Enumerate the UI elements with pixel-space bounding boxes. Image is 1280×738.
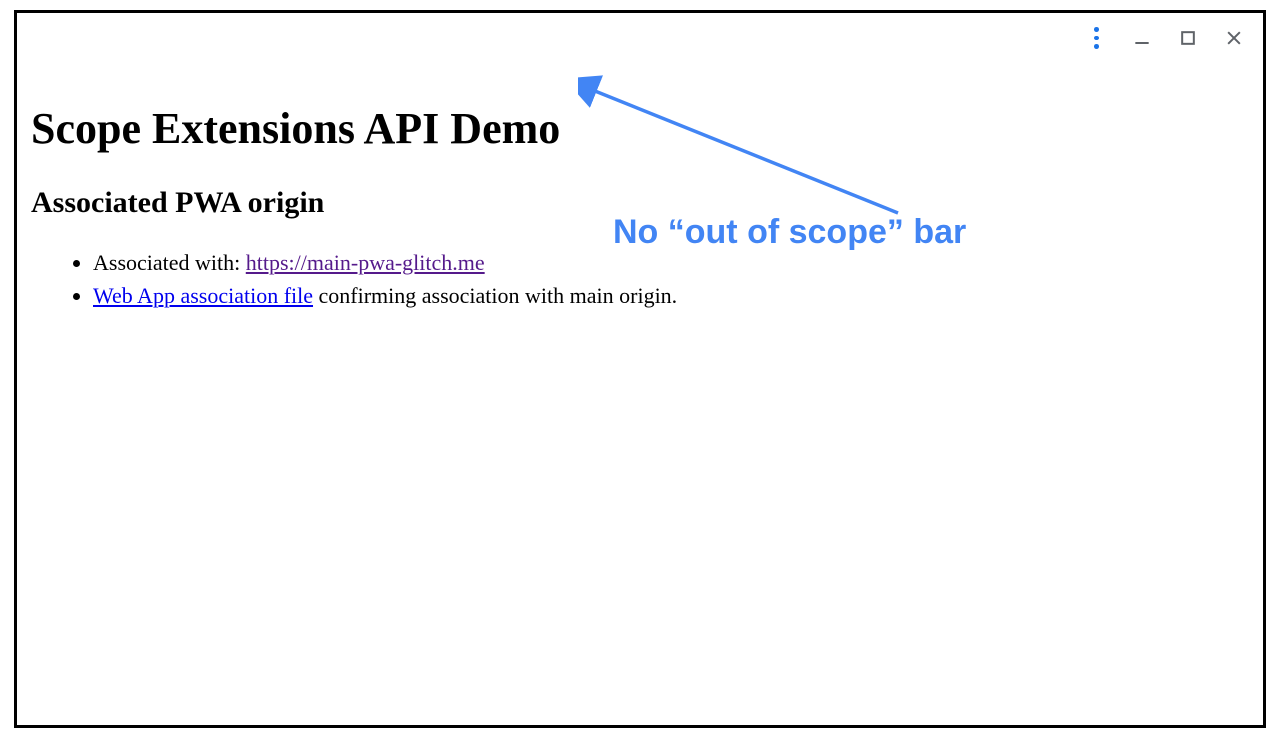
annotation-label: No “out of scope” bar [613, 213, 966, 252]
pwa-window: Scope Extensions API Demo Associated PWA… [14, 10, 1266, 728]
close-button[interactable] [1223, 27, 1245, 49]
web-app-association-file-link[interactable]: Web App association file [93, 283, 313, 308]
maximize-button[interactable] [1177, 27, 1199, 49]
list-item: Web App association file confirming asso… [93, 281, 1249, 312]
menu-vertical-dots-icon[interactable] [1085, 27, 1107, 49]
association-suffix-text: confirming association with main origin. [313, 283, 677, 308]
main-pwa-origin-link[interactable]: https://main-pwa-glitch.me [246, 250, 485, 275]
minimize-button[interactable] [1131, 27, 1153, 49]
window-titlebar [17, 13, 1263, 63]
page-content: Scope Extensions API Demo Associated PWA… [31, 103, 1249, 314]
association-list: Associated with: https://main-pwa-glitch… [31, 248, 1249, 312]
page-title: Scope Extensions API Demo [31, 103, 1249, 154]
associated-with-label: Associated with: [93, 250, 246, 275]
list-item: Associated with: https://main-pwa-glitch… [93, 248, 1249, 279]
